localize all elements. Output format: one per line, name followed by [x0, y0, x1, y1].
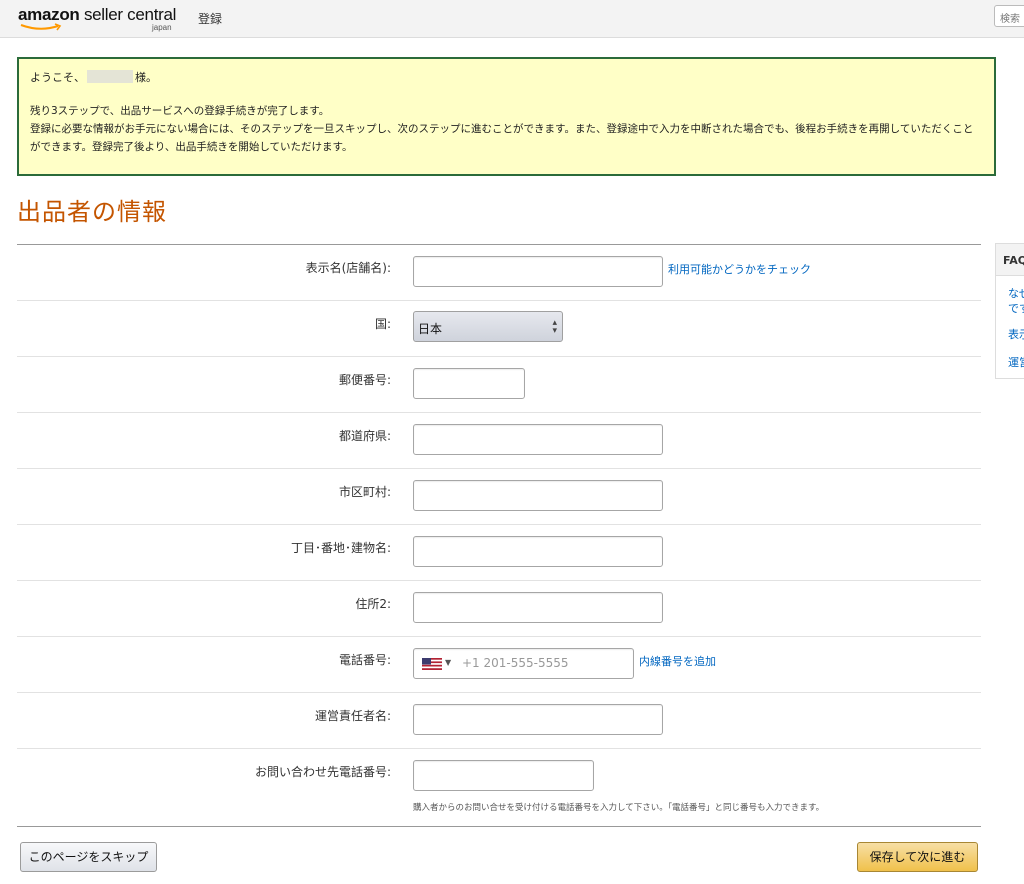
form-row-city: 市区町村: [17, 469, 981, 525]
manager-name-label: 運営責任者名: [314, 709, 391, 723]
prefecture-input[interactable] [413, 424, 663, 455]
top-bar: amazon seller central japan 登録 検索 [0, 0, 1024, 38]
us-flag-icon[interactable] [422, 658, 442, 670]
country-select[interactable]: 日本 ▴ ▾ [413, 311, 563, 342]
phone-label: 電話番号: [338, 653, 391, 667]
manager-name-input[interactable] [413, 704, 663, 735]
city-input[interactable] [413, 480, 663, 511]
greeting-suffix: 様。 [135, 71, 157, 84]
form-row-street: 丁目･番地･建物名: [17, 525, 981, 581]
logo-brand: amazon [18, 5, 80, 24]
country-code-dropdown-icon[interactable]: ▼ [445, 658, 451, 667]
street-label: 丁目･番地･建物名: [290, 541, 391, 555]
postal-code-input[interactable] [413, 368, 525, 399]
address2-input[interactable] [413, 592, 663, 623]
search-input[interactable]: 検索 [994, 5, 1024, 27]
skip-page-button[interactable]: このページをスキップ [20, 842, 157, 872]
nav-register[interactable]: 登録 [198, 10, 222, 27]
display-name-input[interactable] [413, 256, 663, 287]
welcome-info-text: 登録に必要な情報がお手元にない場合には、そのステップを一旦スキップし、次のステッ… [30, 123, 974, 153]
check-availability-link[interactable]: 利用可能かどうかをチェック [668, 261, 811, 277]
faq-link-1[interactable]: なぜ [996, 286, 1024, 301]
contact-phone-input[interactable] [413, 760, 594, 791]
form-row-display-name: 表示名(店舗名): 利用可能かどうかをチェック [17, 245, 981, 301]
city-label: 市区町村: [338, 485, 391, 499]
form-row-phone: 電話番号: ▼ +1 201-555-5555 内線番号を追加 [17, 637, 981, 693]
page-title: 出品者の情報 [17, 198, 167, 226]
street-input[interactable] [413, 536, 663, 567]
form-row-postal: 郵便番号: [17, 357, 981, 413]
greeting-prefix: ようこそ、 [30, 71, 85, 84]
address2-label: 住所2: [355, 597, 391, 611]
country-label: 国: [374, 317, 391, 331]
phone-input[interactable]: ▼ +1 201-555-5555 [413, 648, 634, 679]
redacted-name [87, 70, 133, 83]
form-row-contact-phone: お問い合わせ先電話番号: 購入者からのお問い合せを受け付ける電話番号を入力して下… [17, 749, 981, 827]
postal-code-label: 郵便番号: [338, 373, 391, 387]
logo-region: japan [152, 23, 172, 32]
country-selected-value: 日本 [418, 322, 443, 336]
faq-link-3[interactable]: 運営 [996, 355, 1024, 370]
welcome-steps-text: 残り3ステップで、出品サービスへの登録手続きが完了します。 [30, 105, 330, 117]
amazon-smile-icon [20, 23, 62, 31]
display-name-label: 表示名(店舗名): [305, 261, 391, 275]
form-row-prefecture: 都道府県: [17, 413, 981, 469]
save-and-next-button[interactable]: 保存して次に進む [857, 842, 978, 872]
welcome-greeting: ようこそ、 様。 [30, 69, 983, 86]
add-extension-link[interactable]: 内線番号を追加 [639, 653, 716, 669]
welcome-notice: ようこそ、 様。 残り3ステップで、出品サービスへの登録手続きが完了します。 登録… [17, 57, 996, 176]
faq-title: FAQ [996, 244, 1024, 276]
logo-text: amazon seller central [18, 5, 176, 25]
faq-panel: FAQ なぜ です 表示 運営 [995, 243, 1024, 379]
phone-placeholder: +1 201-555-5555 [462, 656, 569, 670]
faq-link-2[interactable]: 表示 [996, 327, 1024, 342]
form-row-manager: 運営責任者名: [17, 693, 981, 749]
form-row-address2: 住所2: [17, 581, 981, 637]
logo-product: seller central [83, 5, 177, 24]
contact-phone-hint: 購入者からのお問い合せを受け付ける電話番号を入力して下さい。「電話番号」と同じ番… [413, 803, 825, 813]
faq-link-1-cont[interactable]: です [996, 301, 1024, 316]
contact-phone-label: お問い合わせ先電話番号: [254, 765, 391, 779]
page-root: amazon seller central japan 登録 検索 ようこそ、 様… [0, 0, 1024, 884]
select-arrows-icon: ▴ ▾ [552, 318, 557, 336]
prefecture-label: 都道府県: [338, 429, 391, 443]
seller-info-form: 表示名(店舗名): 利用可能かどうかをチェック 国: 日本 ▴ ▾ 郵便番号: 都… [17, 244, 981, 827]
form-row-country: 国: 日本 ▴ ▾ [17, 301, 981, 357]
